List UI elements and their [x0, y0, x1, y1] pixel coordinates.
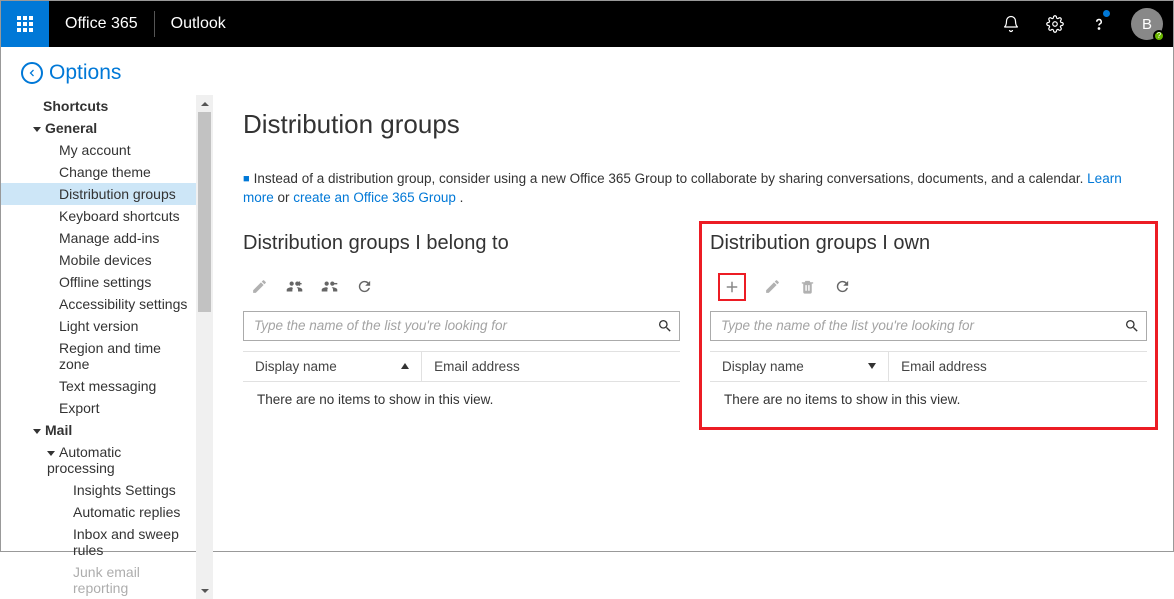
avatar-initial: B — [1142, 16, 1152, 33]
plus-icon — [723, 278, 741, 296]
sidebar-scrollbar[interactable] — [196, 95, 213, 599]
bullet-icon: ■ — [243, 173, 250, 185]
edit-button[interactable] — [764, 278, 781, 295]
chevron-down-icon — [47, 451, 55, 456]
chevron-down-icon — [33, 429, 41, 434]
gear-icon — [1046, 15, 1064, 33]
chevron-down-icon — [200, 586, 210, 596]
join-group-button[interactable] — [286, 278, 303, 295]
nav-item-junk-reporting[interactable]: Junk email reporting — [1, 561, 196, 599]
refresh-button[interactable] — [834, 278, 851, 295]
sort-desc-icon — [868, 363, 876, 369]
pencil-icon — [251, 278, 268, 295]
own-empty-text: There are no items to show in this view. — [710, 382, 1147, 417]
nav-item-change-theme[interactable]: Change theme — [1, 161, 196, 183]
nav-general[interactable]: General — [1, 117, 196, 139]
options-header: Options — [1, 47, 1173, 95]
people-plus-icon — [286, 278, 303, 295]
scroll-down-button[interactable] — [196, 582, 213, 599]
search-icon — [657, 318, 673, 334]
nav-item-my-account[interactable]: My account — [1, 139, 196, 161]
chevron-up-icon — [200, 99, 210, 109]
refresh-icon — [834, 278, 851, 295]
trash-icon — [799, 278, 816, 295]
delete-button[interactable] — [799, 278, 816, 295]
nav-item-region-tz[interactable]: Region and time zone — [1, 337, 196, 375]
nav-item-distribution-groups[interactable]: Distribution groups — [1, 183, 196, 205]
settings-button[interactable] — [1033, 1, 1077, 47]
suite-brand[interactable]: Office 365 — [49, 15, 154, 33]
nav-item-export[interactable]: Export — [1, 397, 196, 419]
nav-automatic-processing[interactable]: Automatic processing — [1, 441, 196, 479]
notifications-button[interactable] — [989, 1, 1033, 47]
presence-indicator-icon: ? — [1153, 30, 1165, 42]
belong-grid: Display name Email address There are no … — [243, 351, 680, 417]
search-placeholder: Type the name of the list you're looking… — [721, 318, 1124, 333]
page-title: Distribution groups — [243, 109, 1147, 140]
panel-own-title: Distribution groups I own — [710, 232, 1147, 255]
nav-item-auto-replies[interactable]: Automatic replies — [1, 501, 196, 523]
bell-icon — [1002, 15, 1020, 33]
nav-mail[interactable]: Mail — [1, 419, 196, 441]
tutorial-highlight-box: Distribution groups I own Type the name … — [699, 221, 1158, 430]
help-button[interactable] — [1077, 1, 1121, 47]
chevron-down-icon — [33, 127, 41, 132]
nav-item-offline-settings[interactable]: Offline settings — [1, 271, 196, 293]
nav-item-inbox-rules[interactable]: Inbox and sweep rules — [1, 523, 196, 561]
nav-item-mobile-devices[interactable]: Mobile devices — [1, 249, 196, 271]
nav-shortcuts[interactable]: Shortcuts — [1, 95, 196, 117]
nav-item-insights[interactable]: Insights Settings — [1, 479, 196, 501]
search-placeholder: Type the name of the list you're looking… — [254, 318, 657, 333]
own-search-input[interactable]: Type the name of the list you're looking… — [710, 311, 1147, 341]
belong-search-input[interactable]: Type the name of the list you're looking… — [243, 311, 680, 341]
app-launcher-button[interactable] — [1, 1, 49, 47]
leave-group-button[interactable] — [321, 278, 338, 295]
nav-item-manage-addins[interactable]: Manage add-ins — [1, 227, 196, 249]
col-email[interactable]: Email address — [422, 359, 680, 374]
panel-belong-title: Distribution groups I belong to — [243, 232, 680, 255]
pencil-icon — [764, 278, 781, 295]
refresh-button[interactable] — [356, 278, 373, 295]
nav-item-text-messaging[interactable]: Text messaging — [1, 375, 196, 397]
sort-asc-icon — [401, 363, 409, 369]
own-toolbar — [710, 275, 1147, 299]
content-area: Distribution groups ■Instead of a distri… — [213, 95, 1173, 599]
col-display-name[interactable]: Display name — [243, 352, 422, 381]
scroll-up-button[interactable] — [196, 95, 213, 112]
panel-groups-belong: Distribution groups I belong to Type the… — [243, 232, 680, 430]
arrow-left-icon — [26, 67, 38, 79]
back-button[interactable] — [21, 62, 43, 84]
panel-groups-own: Distribution groups I own Type the name … — [710, 232, 1147, 430]
own-grid: Display name Email address There are no … — [710, 351, 1147, 417]
options-title: Options — [49, 61, 121, 85]
refresh-icon — [356, 278, 373, 295]
search-icon — [1124, 318, 1140, 334]
people-minus-icon — [321, 278, 338, 295]
create-group-link[interactable]: create an Office 365 Group — [293, 190, 456, 205]
nav-item-light-version[interactable]: Light version — [1, 315, 196, 337]
nav-item-accessibility[interactable]: Accessibility settings — [1, 293, 196, 315]
edit-button[interactable] — [251, 278, 268, 295]
scrollbar-thumb[interactable] — [198, 112, 211, 312]
col-email[interactable]: Email address — [889, 359, 1147, 374]
waffle-icon — [17, 16, 33, 32]
nav-item-keyboard-shortcuts[interactable]: Keyboard shortcuts — [1, 205, 196, 227]
col-display-name[interactable]: Display name — [710, 352, 889, 381]
global-header: Office 365 Outlook B ? — [1, 1, 1173, 47]
belong-toolbar — [243, 275, 680, 299]
info-tip: ■Instead of a distribution group, consid… — [243, 170, 1147, 208]
belong-empty-text: There are no items to show in this view. — [243, 382, 680, 417]
new-group-button[interactable] — [718, 273, 746, 301]
account-avatar[interactable]: B ? — [1131, 8, 1163, 40]
options-nav: Shortcuts General My account Change them… — [1, 95, 196, 599]
app-name[interactable]: Outlook — [155, 15, 242, 33]
notification-dot-icon — [1102, 9, 1111, 18]
